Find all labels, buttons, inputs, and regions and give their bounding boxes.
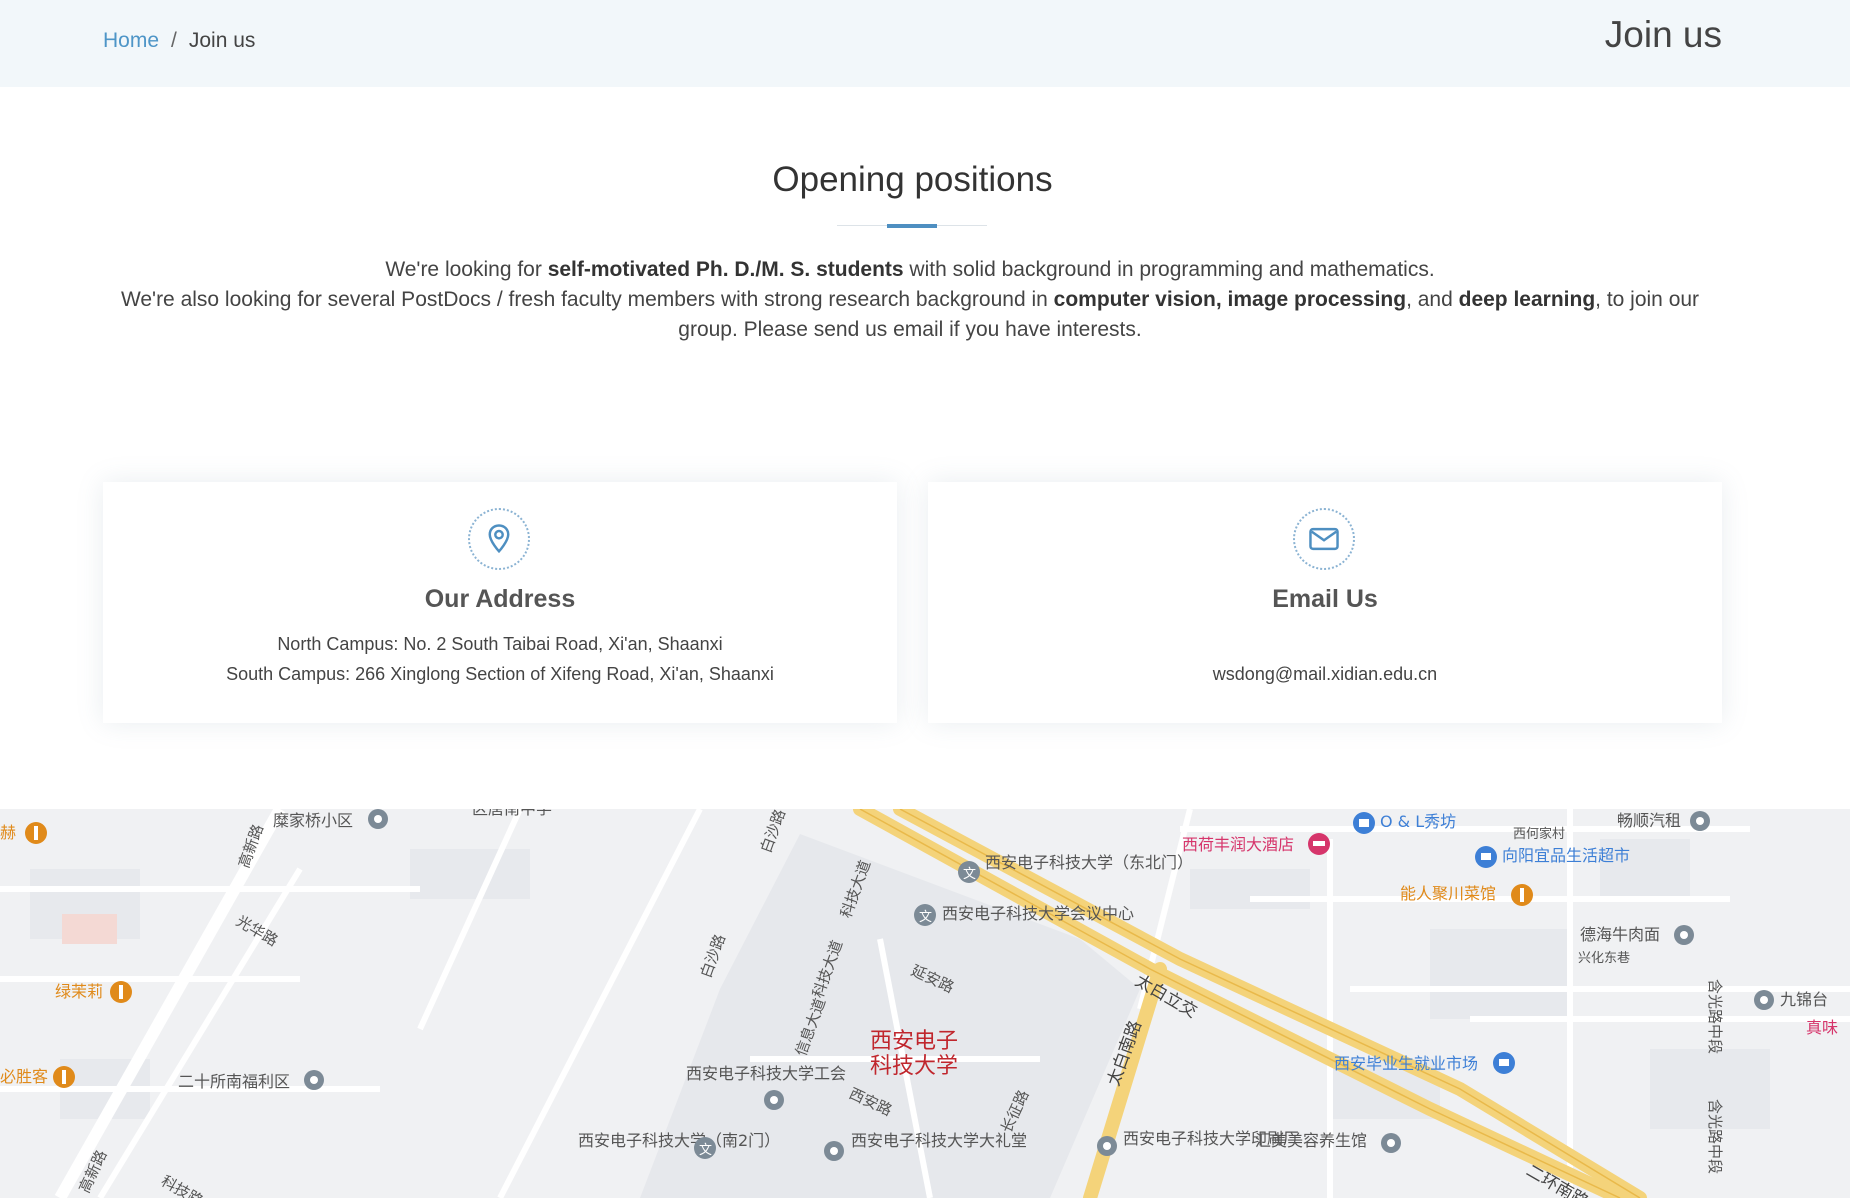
- poi-label: 西安电子科技大学（东北门）: [985, 853, 1193, 872]
- poi-label: 西安电子科技大学工会: [686, 1064, 846, 1083]
- text-span: , and: [1406, 288, 1459, 311]
- poi-label: 九锦台: [1780, 990, 1828, 1009]
- emphasis-cv-ip: computer vision, image processing: [1053, 288, 1407, 311]
- shop-icon[interactable]: [1353, 812, 1375, 834]
- text-span: We're looking for: [385, 258, 548, 281]
- cart-icon[interactable]: [1493, 1052, 1515, 1074]
- breadcrumb-separator: /: [171, 29, 177, 52]
- restaurant-icon[interactable]: [53, 1066, 75, 1088]
- road-label: 含光路中段: [1706, 979, 1724, 1054]
- hotel-icon[interactable]: [1308, 833, 1330, 855]
- campus-map[interactable]: 西安电子 科技大学 高新路 光华路 白沙路 白沙路 科技大道 科技大道 信息大道…: [0, 809, 1850, 1198]
- emphasis-students: self-motivated Ph. D./M. S. students: [547, 258, 904, 281]
- map-pin-icon[interactable]: [1674, 925, 1694, 945]
- poi-label-restaurant: 绿茉莉: [55, 982, 103, 1001]
- email-box: Email Us wsdong@mail.xidian.edu.cn: [928, 482, 1722, 723]
- south-campus-address: South Campus: 266 Xinglong Section of Xi…: [226, 664, 774, 684]
- road-label: 科技路: [158, 1172, 206, 1198]
- restaurant-icon[interactable]: [110, 981, 132, 1003]
- positions-line-1: We're looking for self-motivated Ph. D./…: [110, 255, 1710, 285]
- email-address[interactable]: wsdong@mail.xidian.edu.cn: [928, 659, 1722, 689]
- poi-label-job-market: 西安毕业生就业市场: [1334, 1054, 1478, 1073]
- campus-label-line-1: 西安电子: [870, 1029, 958, 1054]
- map-pin-icon[interactable]: [764, 1090, 784, 1110]
- school-icon[interactable]: 文: [958, 861, 980, 883]
- road-label: 含光路中段: [1706, 1099, 1724, 1174]
- poi-label: 糜家桥小区: [273, 811, 353, 830]
- map-pin-icon[interactable]: [368, 809, 388, 829]
- poi-label-hotel: 西荷丰润大酒店: [1182, 835, 1294, 854]
- campus-label-line-2: 科技大学: [870, 1054, 958, 1079]
- map-pin-icon[interactable]: [1381, 1133, 1401, 1153]
- map-pin-icon: [468, 508, 530, 570]
- svg-text:文: 文: [919, 910, 932, 925]
- poi-label-shop: O & L秀坊: [1380, 812, 1456, 831]
- map-pin-icon[interactable]: [1690, 811, 1710, 831]
- map-pin-icon[interactable]: [824, 1141, 844, 1161]
- map-canvas[interactable]: 西安电子 科技大学 高新路 光华路 白沙路 白沙路 科技大道 科技大道 信息大道…: [0, 809, 1850, 1198]
- poi-label: 兴化东巷: [1578, 951, 1630, 966]
- text-span: with solid background in programming and…: [903, 258, 1435, 281]
- positions-line-2: We're also looking for several PostDocs …: [110, 285, 1710, 345]
- road-label: 白沙路: [757, 809, 789, 855]
- poi-label-supermarket: 向阳宜品生活超市: [1502, 846, 1630, 865]
- poi-label-restaurant: 赫: [0, 823, 16, 842]
- road-label: 白沙路: [697, 932, 729, 980]
- title-divider-accent: [887, 224, 937, 228]
- school-icon[interactable]: 文: [914, 904, 936, 926]
- poi-label: 西安电子科技大学会议中心: [942, 904, 1134, 923]
- poi-label: 汇美美容养生馆: [1255, 1131, 1367, 1150]
- cart-icon[interactable]: [1475, 846, 1497, 868]
- emphasis-deep-learning: deep learning: [1458, 288, 1596, 311]
- positions-description: We're looking for self-motivated Ph. D./…: [110, 255, 1710, 345]
- envelope-icon: [1293, 508, 1355, 570]
- address-box: Our Address North Campus: No. 2 South Ta…: [103, 482, 897, 723]
- breadcrumb: Home / Join us: [103, 29, 255, 53]
- north-campus-address: North Campus: No. 2 South Taibai Road, X…: [277, 634, 723, 654]
- text-span: We're also looking for several PostDocs …: [120, 288, 1054, 311]
- map-pin-icon[interactable]: [304, 1070, 324, 1090]
- poi-label-restaurant: 真味: [1806, 1018, 1838, 1037]
- map-pin-icon[interactable]: [1754, 990, 1774, 1010]
- poi-label: 德海牛肉面: [1580, 925, 1660, 944]
- restaurant-icon[interactable]: [25, 822, 47, 844]
- page-title: Join us: [1604, 14, 1722, 55]
- poi-label: 二十所南福利区: [178, 1072, 290, 1091]
- poi-label: 西安电子科技大学（南2门）: [578, 1131, 780, 1150]
- map-pin-icon[interactable]: [1097, 1136, 1117, 1156]
- svg-text:文: 文: [699, 1143, 712, 1158]
- school-icon[interactable]: 文: [694, 1137, 716, 1159]
- breadcrumb-current: Join us: [188, 29, 256, 52]
- restaurant-icon[interactable]: [1511, 884, 1533, 906]
- poi-label: 西何家村: [1513, 826, 1565, 842]
- poi-label: 畅顺汽租: [1617, 811, 1681, 830]
- breadcrumb-home-link[interactable]: Home: [103, 29, 159, 52]
- poi-label: 西安电子科技大学大礼堂: [851, 1131, 1027, 1150]
- poi-label: 区唐南中学: [472, 809, 552, 818]
- svg-text:文: 文: [963, 867, 976, 882]
- email-title: Email Us: [1272, 585, 1378, 613]
- poi-label-restaurant: 必胜客: [0, 1067, 48, 1086]
- map-block-pink: [62, 914, 117, 944]
- poi-label-restaurant: 能人聚川菜馆: [1400, 884, 1496, 903]
- address-title: Our Address: [424, 585, 576, 613]
- page-header: Home / Join us Join us: [0, 0, 1850, 87]
- section-title: Opening positions: [772, 160, 1053, 199]
